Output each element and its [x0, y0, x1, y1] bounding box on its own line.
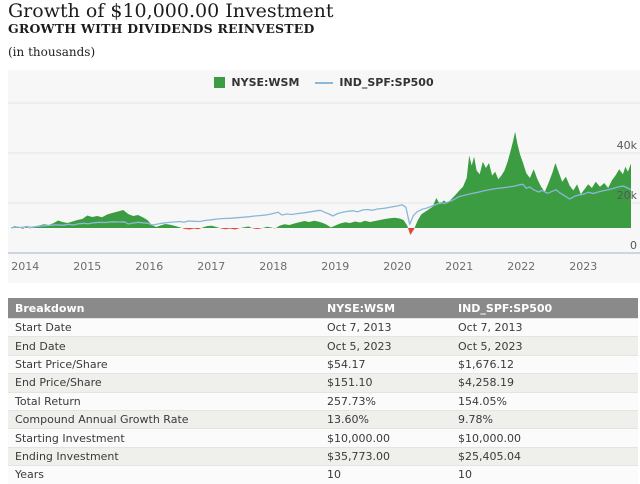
row-label: Compound Annual Growth Rate: [15, 413, 189, 427]
wsm-value: Oct 5, 2023: [327, 339, 392, 353]
legend-item-wsm[interactable]: NYSE:WSM: [214, 76, 299, 89]
legend-item-sp500[interactable]: IND_SPF:SP500: [315, 76, 434, 89]
table-row: Starting Investment $10,000.00 $10,000.00: [8, 428, 638, 447]
page-title: Growth of $10,000.00 Investment: [8, 0, 334, 22]
sp500-value: 154.05%: [458, 394, 507, 408]
wsm-swatch-icon: [214, 77, 226, 88]
sp500-value: 9.78%: [458, 413, 493, 427]
table-row: Total Return 257.73% 154.05%: [8, 391, 638, 410]
sp500-value: Oct 7, 2013: [458, 321, 523, 335]
x-axis-label-2020: 2020: [383, 260, 411, 273]
sp500-value: $1,676.12: [458, 357, 514, 371]
y-axis-label-20k: 20k: [617, 189, 638, 202]
wsm-value: $35,773.00: [327, 449, 390, 463]
x-axis-label-2016: 2016: [135, 260, 163, 273]
table-row: Years 10 10: [8, 465, 638, 484]
row-label: Total Return: [15, 394, 81, 408]
x-axis-label-2017: 2017: [197, 260, 225, 273]
wsm-value: 10: [327, 468, 341, 482]
x-axis-label-2019: 2019: [321, 260, 349, 273]
table-row: Ending Investment $35,773.00 $25,405.04: [8, 446, 638, 466]
wsm-value: $151.10: [327, 376, 373, 390]
wsm-value: 13.60%: [327, 413, 369, 427]
sp500-value: Oct 5, 2023: [458, 339, 523, 353]
wsm-value: $54.17: [327, 357, 366, 371]
sp500-value: $25,405.04: [458, 449, 521, 463]
legend-label-wsm: NYSE:WSM: [231, 76, 300, 89]
x-axis-label-2015: 2015: [73, 260, 101, 273]
table-header-row: Breakdown NYSE:WSM IND_SPF:SP500: [8, 298, 638, 318]
column-header-wsm: NYSE:WSM: [327, 301, 396, 315]
wsm-value: Oct 7, 2013: [327, 321, 392, 335]
row-label: End Date: [15, 339, 66, 353]
wsm-value: $10,000.00: [327, 431, 390, 445]
table-row: Start Price/Share $54.17 $1,676.12: [8, 354, 638, 374]
breakdown-rows: Start Date Oct 7, 2013 Oct 7, 2013 End Date…: [8, 318, 638, 484]
column-header-breakdown: Breakdown: [15, 301, 85, 315]
sp500-swatch-icon: [315, 81, 334, 84]
chart-legend: NYSE:WSM IND_SPF:SP500: [8, 76, 640, 89]
row-label: Ending Investment: [15, 449, 119, 463]
x-axis-label-2018: 2018: [259, 260, 287, 273]
sp500-value: 10: [458, 468, 472, 482]
page-subtitle: GROWTH WITH DIVIDENDS REINVESTED: [8, 21, 315, 36]
sp500-value: $10,000.00: [458, 431, 521, 445]
x-axis-label-2014: 2014: [11, 260, 39, 273]
row-label: Years: [15, 468, 45, 482]
row-label: End Price/Share: [15, 376, 102, 390]
wsm-value: 257.73%: [327, 394, 376, 408]
column-header-sp500: IND_SPF:SP500: [458, 301, 553, 315]
y-axis-label-40k: 40k: [617, 139, 638, 152]
x-axis-label-2023: 2023: [569, 260, 597, 273]
row-label: Start Price/Share: [15, 357, 108, 371]
growth-chart[interactable]: NYSE:WSM IND_SPF:SP500 40k 20k 0 2014 2015 20…: [8, 70, 640, 283]
x-axis-label-2021: 2021: [445, 260, 473, 273]
y-axis-label-0: 0: [630, 239, 637, 252]
units-note: (in thousands): [8, 45, 96, 59]
growth-chart-svg[interactable]: 40k 20k 0 2014 2015 2016 2017 2018 2019 2020 2021 2…: [8, 70, 640, 283]
table-row: Compound Annual Growth Rate 13.60% 9.78%: [8, 409, 638, 429]
row-label: Starting Investment: [15, 431, 125, 445]
table-row: End Price/Share $151.10 $4,258.19: [8, 373, 638, 392]
table-row: Start Date Oct 7, 2013 Oct 7, 2013: [8, 318, 638, 337]
sp500-value: $4,258.19: [458, 376, 514, 390]
legend-label-sp500: IND_SPF:SP500: [339, 76, 434, 89]
row-label: Start Date: [15, 321, 72, 335]
report-header: Growth of $10,000.00 Investment GROWTH W…: [8, 0, 632, 59]
table-row: End Date Oct 5, 2023 Oct 5, 2023: [8, 336, 638, 355]
x-axis-label-2022: 2022: [507, 260, 535, 273]
breakdown-table: Breakdown NYSE:WSM IND_SPF:SP500 Start D…: [8, 298, 638, 484]
